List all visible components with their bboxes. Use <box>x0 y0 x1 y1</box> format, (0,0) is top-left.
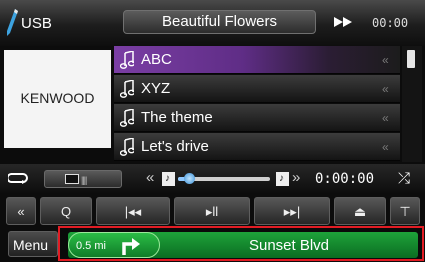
eject-button[interactable]: ⏏ <box>334 197 386 225</box>
next-button[interactable]: ▸▸| <box>254 197 330 225</box>
search-button[interactable]: Q <box>40 197 92 225</box>
search-icon: Q <box>60 204 72 219</box>
usb-pen-icon <box>7 9 18 36</box>
up-button[interactable]: ⊤ <box>390 197 420 225</box>
turn-distance-pill: 0.5 mi <box>68 232 160 258</box>
list-item[interactable]: The theme « <box>114 104 400 132</box>
turn-distance: 0.5 mi <box>76 240 106 252</box>
list-item-label: The theme <box>141 109 213 126</box>
back-button[interactable]: « <box>6 197 36 225</box>
play-pause-icon: ▸ll <box>205 204 219 219</box>
turn-right-icon <box>122 238 140 255</box>
progress-knob[interactable] <box>184 173 196 184</box>
clock: 00:00 <box>372 16 409 30</box>
list-item[interactable]: XYZ « <box>114 75 400 103</box>
mode-bars-icon: |||| <box>81 175 87 185</box>
music-note-icon <box>120 80 134 98</box>
playback-strip: |||| « ♪ ♪ » 0:00:00 ⤮ <box>0 164 425 194</box>
next-icon: ▸▸| <box>283 204 301 219</box>
item-arrow-icon: « <box>382 82 389 96</box>
car-head-unit-screen: USB Beautiful Flowers 00:00 KENWOOD ABC … <box>0 0 425 262</box>
kenwood-logo: KENWOOD <box>20 90 95 106</box>
back-icon: « <box>17 204 25 219</box>
music-note-icon <box>120 109 134 127</box>
previous-icon: |◂◂ <box>124 204 142 219</box>
menu-label: Menu <box>13 237 49 253</box>
menu-button[interactable]: Menu <box>8 231 58 257</box>
eject-icon: ⏏ <box>353 204 367 219</box>
list-item[interactable]: ABC « <box>114 46 400 74</box>
source-label[interactable]: USB <box>21 15 52 32</box>
fast-forward-icon <box>334 17 352 27</box>
media-mode-icon <box>65 174 79 184</box>
track-list[interactable]: ABC « XYZ « The theme « Let's drive « <box>114 46 400 162</box>
album-artwork: KENWOOD <box>4 50 111 148</box>
repeat-icon[interactable] <box>8 171 28 185</box>
music-note-icon <box>120 138 134 156</box>
elapsed-time: 0:00:00 <box>315 171 375 187</box>
play-mode-button[interactable]: |||| <box>44 170 122 188</box>
shuffle-icon[interactable]: ⤮ <box>398 170 410 187</box>
list-item-label: ABC <box>141 51 172 68</box>
street-name: Sunset Blvd <box>248 237 330 254</box>
skip-forward-icon[interactable]: » <box>292 169 300 186</box>
skip-back-icon[interactable]: « <box>146 169 154 186</box>
track-end-icon: ♪ <box>276 172 289 186</box>
top-bar: USB Beautiful Flowers 00:00 <box>0 0 425 46</box>
previous-button[interactable]: |◂◂ <box>96 197 170 225</box>
scrollbar-thumb[interactable] <box>407 50 415 68</box>
play-pause-button[interactable]: ▸ll <box>174 197 250 225</box>
up-arrow-icon: ⊤ <box>399 204 411 219</box>
item-arrow-icon: « <box>382 53 389 67</box>
list-item-label: XYZ <box>141 80 171 97</box>
navigation-guidance-bar[interactable]: 0.5 mi Sunset Blvd <box>68 232 418 258</box>
item-arrow-icon: « <box>382 140 389 154</box>
list-scrollbar[interactable] <box>402 46 422 162</box>
track-title: Beautiful Flowers <box>123 10 316 34</box>
item-arrow-icon: « <box>382 111 389 125</box>
progress-bar[interactable] <box>178 173 270 184</box>
list-item-label: Let's drive <box>141 138 209 155</box>
list-item[interactable]: Let's drive « <box>114 133 400 161</box>
music-note-icon <box>120 51 134 69</box>
function-button-bar: « Q |◂◂ ▸ll ▸▸| ⏏ ⊤ <box>0 197 425 225</box>
track-start-icon: ♪ <box>162 172 175 186</box>
